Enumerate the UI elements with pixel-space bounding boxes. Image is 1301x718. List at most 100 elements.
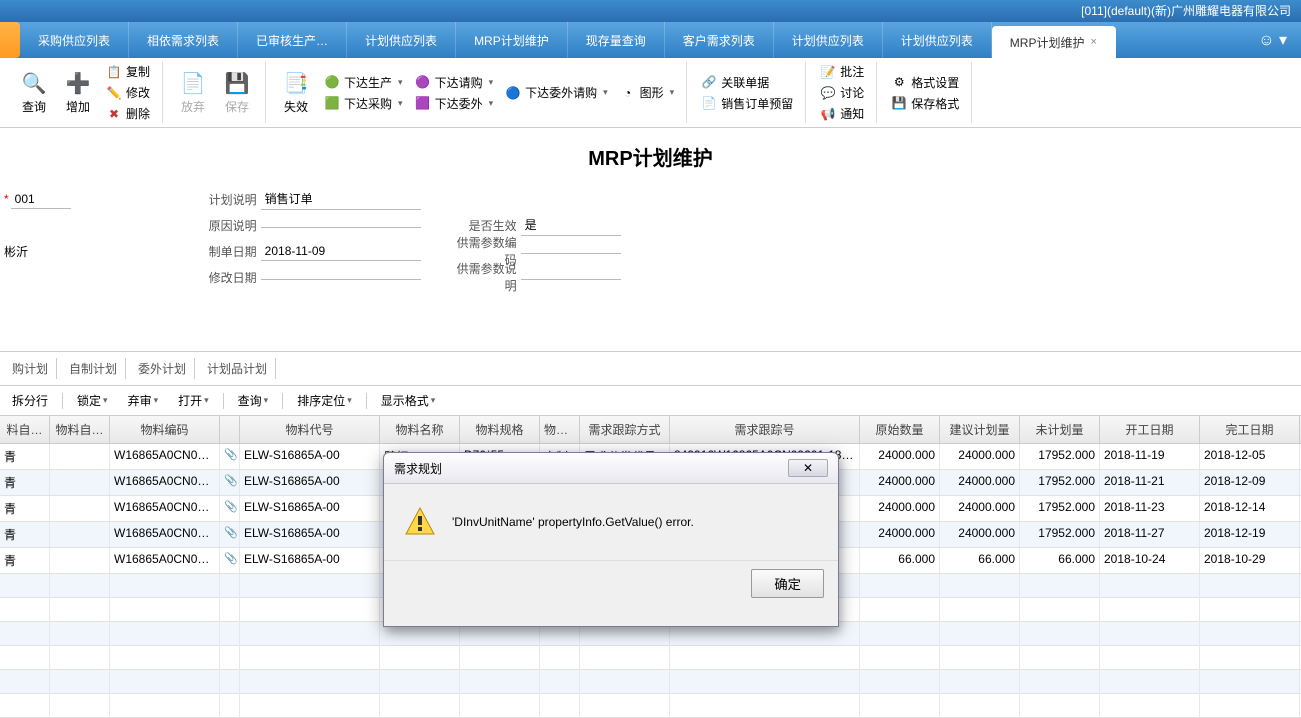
form-area: *001 彬沂 计划说明销售订单 原因说明 制单日期2018-11-09 修改日… [0,185,1301,311]
copy-button[interactable]: 📋复制 [102,62,154,81]
column-header[interactable]: 物料… [540,416,580,443]
doc-tab[interactable]: 计划供应列表 [774,22,883,58]
cell: 66.000 [860,548,940,573]
sort-button[interactable]: 排序定位▾ [291,390,358,411]
invalid-button[interactable]: 📑失效 [276,68,316,117]
title-bar: [011](default)(新)广州雕耀电器有限公司 [0,0,1301,22]
doc-tab[interactable]: MRP计划维护 [456,22,568,58]
column-header[interactable]: 料自… [0,416,50,443]
effect-field[interactable]: 是 [521,214,621,236]
grid-query-button[interactable]: 查询▾ [232,390,275,411]
column-header[interactable]: 物料编码 [110,416,220,443]
notify-button[interactable]: 📢通知 [816,104,868,123]
sub-tab[interactable]: 购计划 [4,358,57,379]
table-row[interactable] [0,670,1301,694]
column-header[interactable]: 需求跟踪方式 [580,416,670,443]
column-header[interactable]: 需求跟踪号 [670,416,860,443]
issue-prod-button[interactable]: 🟢下达生产▾ [320,73,407,92]
discuss-icon: 💬 [820,85,836,101]
user-menu[interactable]: ☺ ▾ [1244,22,1301,58]
column-header[interactable]: 物料名称 [380,416,460,443]
issue-purchase-button[interactable]: 🟣下达请购▾ [411,73,498,92]
doc-tab[interactable]: 采购供应列表 [20,22,129,58]
doc-tab[interactable]: MRP计划维护× [992,26,1116,58]
doc-tab[interactable]: 客户需求列表 [665,22,774,58]
cell: 2018-10-24 [1100,548,1200,573]
dialog-close-button[interactable]: ✕ [788,459,828,477]
format-button[interactable]: ⚙格式设置 [887,73,963,92]
issue-out-button[interactable]: 🟪下达委外▾ [411,94,498,113]
table-row[interactable] [0,694,1301,718]
cell: 青 [0,548,50,573]
ribbon-toolbar: 🔍查询 ➕增加 📋复制 ✏️修改 ✖删除 📄放弃 💾保存 📑失效 🟢下达生产▾ … [0,58,1301,128]
note-icon: 📝 [820,64,836,80]
table-row[interactable] [0,646,1301,670]
split-button[interactable]: 拆分行 [6,390,54,411]
reason-field[interactable] [261,223,421,228]
discard-button[interactable]: 📄放弃 [173,68,213,117]
page-title: MRP计划维护 [0,128,1301,185]
link-doc-button[interactable]: 🔗关联单据 [697,73,797,92]
billdate-label: 制单日期 [201,243,261,260]
add-button[interactable]: ➕增加 [58,68,98,117]
column-header[interactable]: 开工日期 [1100,416,1200,443]
moddate-field[interactable] [261,275,421,280]
column-header[interactable]: 物料自… [50,416,110,443]
cell [50,470,110,495]
code-field[interactable]: 001 [11,190,71,209]
modify-button[interactable]: ✏️修改 [102,83,154,102]
close-icon[interactable]: × [1090,36,1096,48]
cell: 2018-12-09 [1200,470,1300,495]
dialog-ok-button[interactable]: 确定 [751,569,824,598]
column-header[interactable] [220,416,240,443]
issue-buy-button[interactable]: 🟩下达采购▾ [320,94,407,113]
cell: 2018-11-19 [1100,444,1200,469]
save-button[interactable]: 💾保存 [217,68,257,117]
so-preview-button[interactable]: 📄销售订单预留 [697,94,797,113]
sub-tab[interactable]: 计划品计划 [199,358,276,379]
doc-tab[interactable]: 已审核生产… [238,22,347,58]
note-button[interactable]: 📝批注 [816,62,868,81]
query-button[interactable]: 🔍查询 [14,68,54,117]
sub-tab[interactable]: 委外计划 [130,358,195,379]
reason-label: 原因说明 [201,217,261,234]
save-format-button[interactable]: 💾保存格式 [887,94,963,113]
lock-button[interactable]: 锁定▾ [71,390,114,411]
req-icon: 🟣 [415,74,431,90]
cell: 24000.000 [940,470,1020,495]
cell: W16865A0CN09201 [110,496,220,521]
desc-field[interactable]: 销售订单 [261,188,421,210]
discuss-button[interactable]: 💬讨论 [816,83,868,102]
doc-tab[interactable]: 相依需求列表 [129,22,238,58]
doc-tab[interactable]: 计划供应列表 [883,22,992,58]
display-format-button[interactable]: 显示格式▾ [375,390,442,411]
grid-toolbar: 拆分行 锁定▾ 弃审▾ 打开▾ 查询▾ 排序定位▾ 显示格式▾ [0,386,1301,416]
abandon-button[interactable]: 弃审▾ [122,390,165,411]
doc-tab[interactable]: 现存量查询 [568,22,665,58]
bell-icon: 📢 [820,106,836,122]
column-header[interactable]: 完工日期 [1200,416,1300,443]
demandcode-field[interactable] [521,249,621,254]
link-icon: 🔗 [701,74,717,90]
demanddesc-field[interactable] [521,275,621,280]
cell: 24000.000 [940,496,1020,521]
discard-icon: 📄 [180,70,206,96]
column-header[interactable]: 物料代号 [240,416,380,443]
outsource-purchase-button[interactable]: 🔵下达委外请购▾ [501,83,612,102]
cell: 24000.000 [940,522,1020,547]
cell: 📎 [220,470,240,495]
app-menu-tab[interactable] [0,22,20,58]
column-header[interactable]: 物料规格 [460,416,540,443]
graph-button[interactable]: ◔图形▾ [616,83,679,102]
open-button[interactable]: 打开▾ [172,390,215,411]
billdate-field[interactable]: 2018-11-09 [261,242,421,261]
delete-button[interactable]: ✖删除 [102,104,154,123]
cell: ELW-S16865A-00 [240,522,380,547]
pie-icon: ◔ [620,85,636,101]
doc-tab[interactable]: 计划供应列表 [347,22,456,58]
sub-tab[interactable]: 自制计划 [61,358,126,379]
column-header[interactable]: 原始数量 [860,416,940,443]
format-icon: ⚙ [891,74,907,90]
column-header[interactable]: 建议计划量 [940,416,1020,443]
column-header[interactable]: 未计划量 [1020,416,1100,443]
